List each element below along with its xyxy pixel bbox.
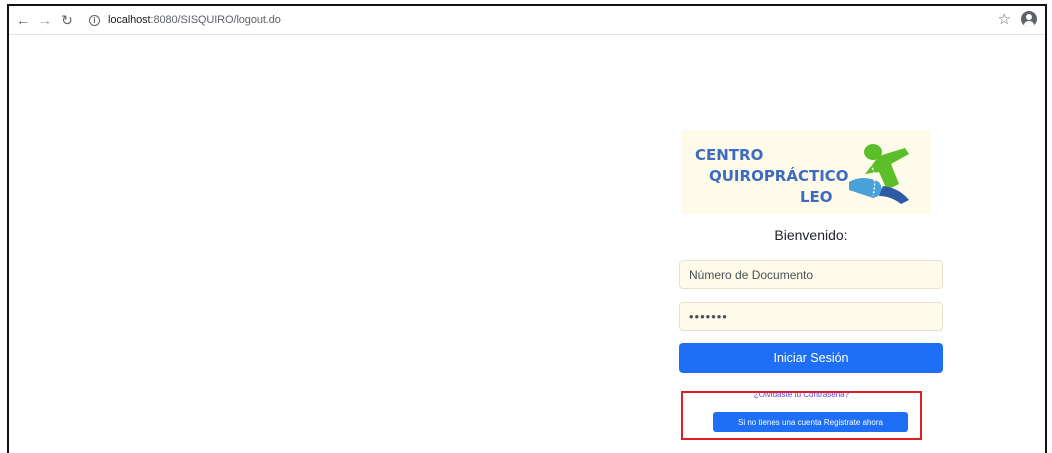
url-path: :8080/SISQUIRO/logout.do [150, 14, 281, 26]
clinic-logo: CENTRO QUIROPRÁCTICO LEO [681, 130, 931, 214]
forward-arrow-icon[interactable]: → [37, 12, 53, 28]
account-circle-icon[interactable] [1021, 11, 1037, 27]
welcome-heading: Bienvenido: [774, 227, 848, 243]
back-arrow-icon[interactable]: ← [15, 12, 31, 28]
login-button[interactable]: Iniciar Sesión [679, 343, 943, 373]
password-field[interactable]: ••••••• [679, 302, 943, 331]
logo-line-3: LEO [800, 188, 833, 206]
address-bar[interactable]: i localhost:8080/SISQUIRO/logout.do [89, 14, 281, 26]
spine-figure-icon [849, 144, 909, 204]
reload-icon[interactable]: ↻ [59, 12, 75, 28]
forgot-password-link[interactable]: ¿Olvidaste tu Contraseña? [681, 392, 922, 400]
toolbar-right: ☆ [998, 10, 1037, 28]
logo-line-2: QUIROPRÁCTICO [709, 167, 849, 185]
browser-toolbar: ← → ↻ i localhost:8080/SISQUIRO/logout.d… [9, 6, 1045, 35]
url-text[interactable]: localhost:8080/SISQUIRO/logout.do [108, 14, 281, 26]
url-host: localhost [108, 14, 151, 26]
star-icon[interactable]: ☆ [998, 10, 1011, 28]
logo-line-1: CENTRO [695, 146, 764, 164]
register-button[interactable]: Si no tienes una cuenta Registrate ahora [713, 412, 908, 432]
document-number-field[interactable]: Número de Documento [679, 260, 943, 289]
info-icon[interactable]: i [89, 14, 100, 26]
